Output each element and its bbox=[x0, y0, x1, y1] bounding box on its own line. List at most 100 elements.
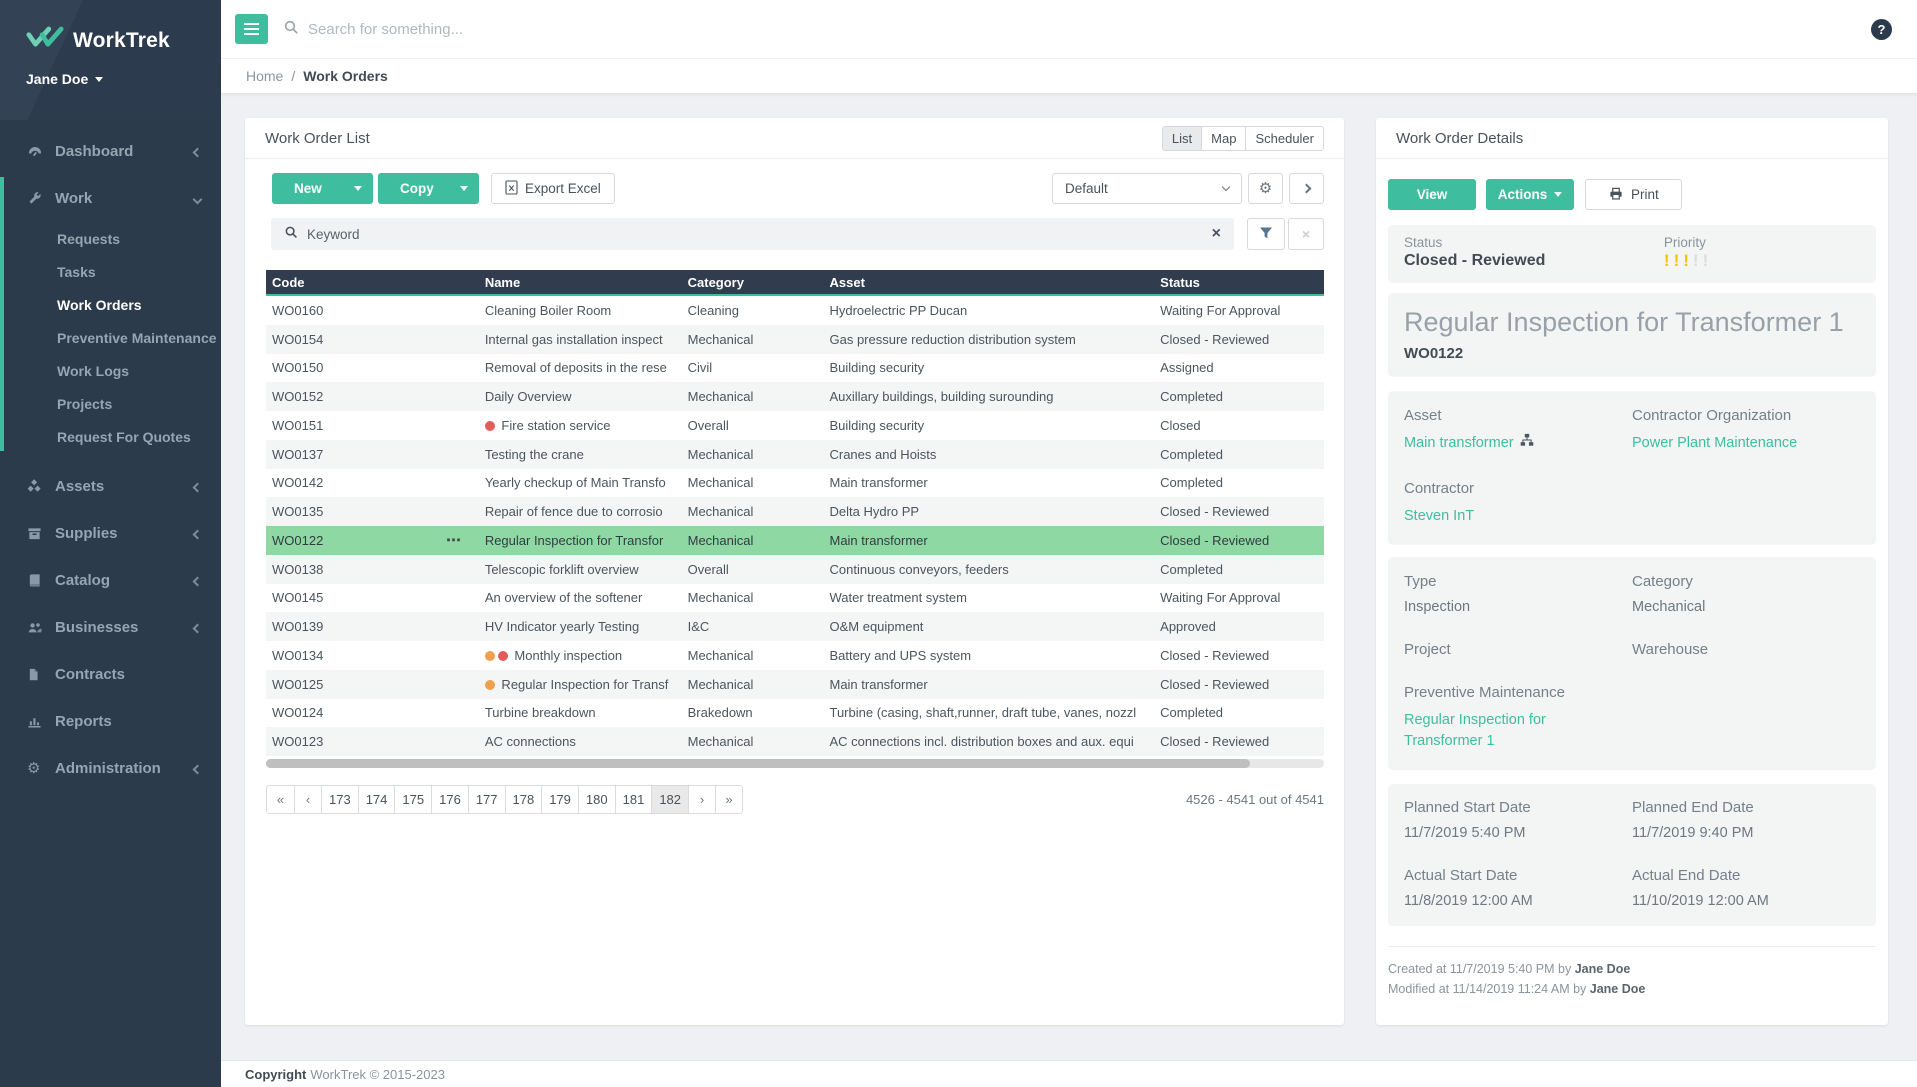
keyword-input[interactable] bbox=[307, 227, 1203, 242]
sidebar-item-work-orders[interactable]: Work Orders bbox=[0, 288, 221, 321]
sidebar-item-projects[interactable]: Projects bbox=[0, 387, 221, 420]
sidebar-item-requests[interactable]: Requests bbox=[0, 222, 221, 255]
view-toggle-scheduler[interactable]: Scheduler bbox=[1245, 127, 1323, 150]
table-row[interactable]: WO0154Internal gas installation inspectM… bbox=[266, 325, 1324, 354]
table-row[interactable]: WO0135Repair of fence due to corrosioMec… bbox=[266, 497, 1324, 526]
clear-keyword-icon[interactable]: × bbox=[1212, 226, 1221, 242]
sidebar-item-preventive-maintenance[interactable]: Preventive Maintenance bbox=[0, 321, 221, 354]
page-button[interactable]: 173 bbox=[321, 786, 358, 813]
hamburger-menu-button[interactable] bbox=[235, 14, 268, 44]
user-menu[interactable]: Jane Doe bbox=[26, 71, 221, 87]
search-icon bbox=[283, 19, 299, 40]
status-priority-box: Status Closed - Reviewed Priority !!!!! bbox=[1388, 225, 1876, 283]
page-button[interactable]: 176 bbox=[431, 786, 468, 813]
cell-asset: Auxillary buildings, building surounding bbox=[823, 389, 1154, 404]
horizontal-scrollbar[interactable] bbox=[266, 759, 1324, 768]
print-button[interactable]: Print bbox=[1585, 179, 1682, 210]
pagination-next[interactable]: › bbox=[688, 786, 715, 813]
table-row[interactable]: WO0145An overview of the softenerMechani… bbox=[266, 584, 1324, 613]
sidebar-item-dashboard[interactable]: Dashboard bbox=[0, 128, 221, 175]
pagination-prev[interactable]: ‹ bbox=[294, 786, 321, 813]
sitemap-icon[interactable] bbox=[1520, 433, 1534, 454]
cell-code: WO0123 bbox=[266, 734, 479, 749]
breadcrumb-home[interactable]: Home bbox=[246, 68, 283, 84]
table-row[interactable]: WO0124Turbine breakdownBrakedownTurbine … bbox=[266, 699, 1324, 728]
search-input[interactable] bbox=[308, 21, 1871, 38]
gear-icon: ⚙ bbox=[1259, 181, 1272, 196]
export-excel-button[interactable]: Export Excel bbox=[491, 173, 615, 204]
sidebar-item-tasks[interactable]: Tasks bbox=[0, 255, 221, 288]
contracts-icon bbox=[27, 667, 55, 682]
column-header-name[interactable]: Name bbox=[479, 275, 682, 290]
sidebar-item-businesses[interactable]: Businesses bbox=[0, 604, 221, 651]
breadcrumb-current: Work Orders bbox=[303, 68, 388, 84]
keyword-field[interactable]: × bbox=[271, 218, 1234, 250]
table-row[interactable]: WO0151 Fire station serviceOverallBuildi… bbox=[266, 411, 1324, 440]
page-button[interactable]: 177 bbox=[468, 786, 505, 813]
view-select[interactable]: Default bbox=[1052, 173, 1242, 204]
contractor-org-link[interactable]: Power Plant Maintenance bbox=[1632, 433, 1832, 454]
new-button[interactable]: New bbox=[272, 173, 373, 204]
table-row[interactable]: WO0134 Monthly inspectionMechanicalBatte… bbox=[266, 641, 1324, 670]
pagination-last[interactable]: » bbox=[715, 786, 742, 813]
page-button[interactable]: 180 bbox=[578, 786, 615, 813]
table-row[interactable]: WO0150Removal of deposits in the reseCiv… bbox=[266, 354, 1324, 383]
page-button[interactable]: 181 bbox=[615, 786, 652, 813]
pagination-first[interactable]: « bbox=[267, 786, 294, 813]
column-header-status[interactable]: Status bbox=[1154, 275, 1324, 290]
table-row[interactable]: WO0122⋯Regular Inspection for TransforMe… bbox=[266, 526, 1324, 555]
cell-category: I&C bbox=[682, 619, 824, 634]
page-button[interactable]: 179 bbox=[541, 786, 578, 813]
column-header-category[interactable]: Category bbox=[682, 275, 824, 290]
priority-mark-icon: ! bbox=[1664, 251, 1674, 270]
settings-button[interactable]: ⚙ bbox=[1248, 173, 1283, 204]
filter-button[interactable] bbox=[1247, 218, 1285, 250]
copy-button[interactable]: Copy bbox=[378, 173, 479, 204]
sidebar-item-administration[interactable]: ⚙Administration bbox=[0, 745, 221, 792]
page-button[interactable]: 178 bbox=[505, 786, 542, 813]
view-button[interactable]: View bbox=[1388, 179, 1476, 210]
page-button[interactable]: 182 bbox=[651, 786, 688, 813]
table-row[interactable]: WO0152Daily OverviewMechanicalAuxillary … bbox=[266, 382, 1324, 411]
preventive-maintenance-link[interactable]: Regular Inspection for Transformer 1 bbox=[1404, 710, 1604, 752]
cell-name: Turbine breakdown bbox=[479, 705, 682, 720]
clear-filters-button-disabled[interactable]: × bbox=[1288, 218, 1324, 250]
actions-button[interactable]: Actions bbox=[1486, 179, 1574, 210]
column-header-code[interactable]: Code bbox=[266, 275, 479, 290]
sidebar-item-contracts[interactable]: Contracts bbox=[0, 651, 221, 698]
cell-name: AC connections bbox=[479, 734, 682, 749]
chevron-left-icon bbox=[194, 619, 201, 636]
table-row[interactable]: WO0138Telescopic forklift overviewOveral… bbox=[266, 555, 1324, 584]
table-row[interactable]: WO0137Testing the craneMechanicalCranes … bbox=[266, 440, 1324, 469]
sidebar-item-catalog[interactable]: Catalog bbox=[0, 557, 221, 604]
cell-name: Regular Inspection for Transf bbox=[479, 677, 682, 692]
column-header-asset[interactable]: Asset bbox=[823, 275, 1154, 290]
preventive-maintenance-field: Preventive Maintenance Regular Inspectio… bbox=[1404, 684, 1632, 752]
table-row[interactable]: WO0160Cleaning Boiler RoomCleaningHydroe… bbox=[266, 296, 1324, 325]
filter-icon bbox=[1259, 226, 1273, 243]
view-toggle-map[interactable]: Map bbox=[1201, 127, 1245, 150]
table-row[interactable]: WO0139HV Indicator yearly TestingI&CO&M … bbox=[266, 612, 1324, 641]
contractor-link[interactable]: Steven InT bbox=[1404, 506, 1604, 527]
table-row[interactable]: WO0125 Regular Inspection for TransfMech… bbox=[266, 670, 1324, 699]
sidebar-item-reports[interactable]: Reports bbox=[0, 698, 221, 745]
cell-status: Closed - Reviewed bbox=[1154, 677, 1324, 692]
asset-link[interactable]: Main transformer bbox=[1404, 433, 1604, 454]
sidebar-item-work[interactable]: Work bbox=[0, 175, 221, 222]
collapse-panel-button[interactable] bbox=[1289, 173, 1324, 204]
sidebar-item-request-for-quotes[interactable]: Request For Quotes bbox=[0, 420, 221, 453]
page-button[interactable]: 175 bbox=[394, 786, 431, 813]
help-icon[interactable]: ? bbox=[1871, 19, 1892, 40]
chevron-left-icon bbox=[194, 478, 201, 495]
sidebar-item-work-logs[interactable]: Work Logs bbox=[0, 354, 221, 387]
table-row[interactable]: WO0123AC connectionsMechanicalAC connect… bbox=[266, 727, 1324, 756]
sidebar-item-supplies[interactable]: Supplies bbox=[0, 510, 221, 557]
table-row[interactable]: WO0142Yearly checkup of Main TransfoMech… bbox=[266, 469, 1324, 498]
scrollbar-thumb[interactable] bbox=[266, 759, 1250, 768]
view-toggle-list[interactable]: List bbox=[1163, 127, 1201, 150]
sidebar-nav: DashboardWorkRequestsTasksWork OrdersPre… bbox=[0, 120, 221, 792]
category-field: Category Mechanical bbox=[1632, 573, 1860, 615]
row-menu-icon[interactable]: ⋯ bbox=[446, 533, 461, 548]
sidebar-item-assets[interactable]: Assets bbox=[0, 463, 221, 510]
page-button[interactable]: 174 bbox=[358, 786, 395, 813]
